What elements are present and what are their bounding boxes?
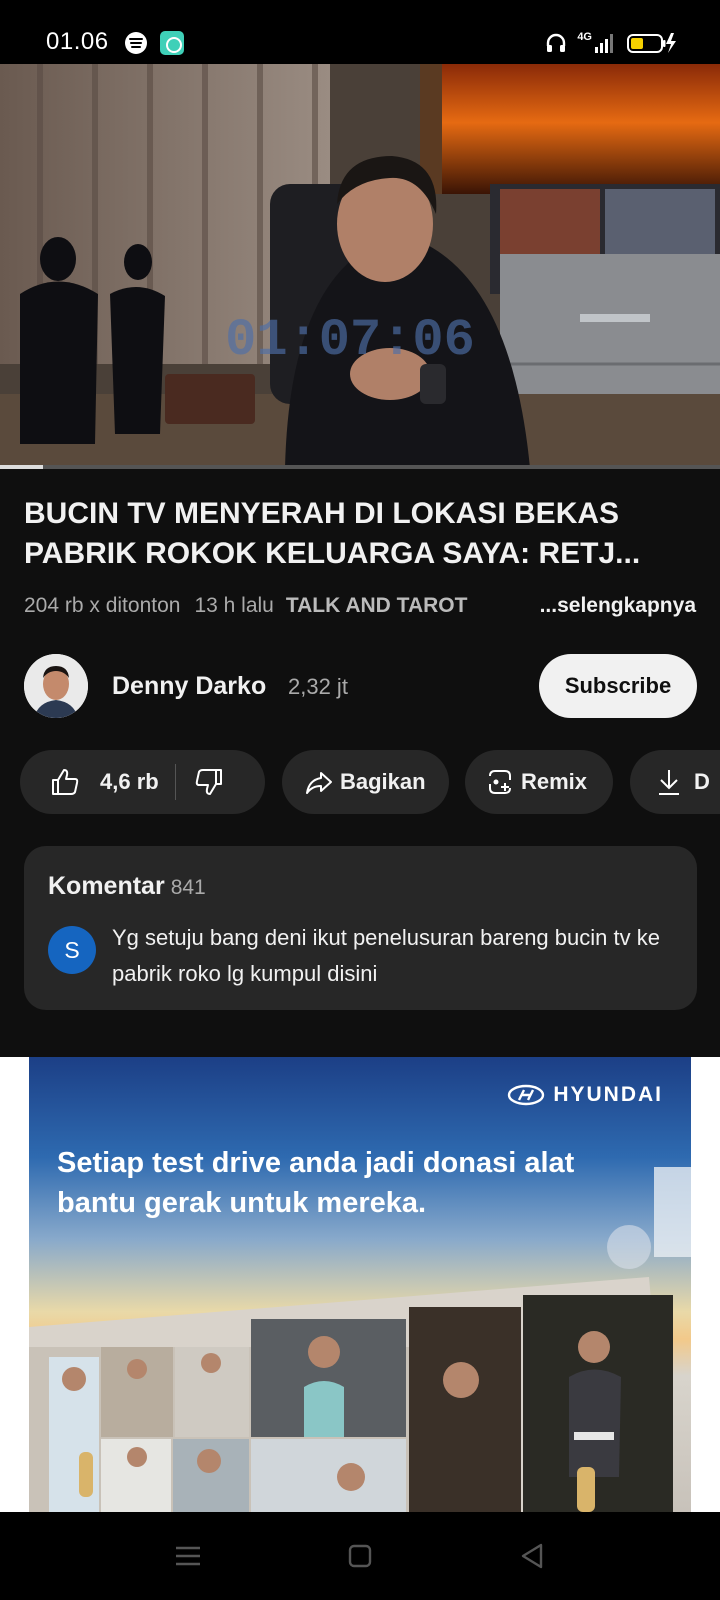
commenter-avatar: S [48, 926, 96, 974]
network-type: 4G [577, 31, 592, 43]
subscriber-count: 2,32 jt [288, 674, 348, 699]
share-label: Bagikan [340, 769, 426, 794]
comments-title: Komentar [48, 872, 165, 900]
video-title[interactable]: BUCIN TV MENYERAH DI LOKASI BEKAS PABRIK… [24, 494, 699, 574]
back-icon [521, 1543, 543, 1569]
system-nav-bar [0, 1512, 720, 1600]
share-button[interactable]: Bagikan [282, 750, 449, 814]
remix-button[interactable]: Remix [465, 750, 613, 814]
upload-time: 13 h lalu [194, 594, 274, 617]
signal-icon [595, 34, 613, 53]
channel-name[interactable]: Denny Darko [112, 672, 266, 701]
remix-label: Remix [521, 769, 588, 794]
home-square-icon [348, 1544, 372, 1568]
ad-brand-name: HYUNDAI [553, 1083, 663, 1106]
comments-count: 841 [170, 876, 206, 899]
video-player[interactable]: 01:07:06 [0, 64, 720, 468]
thumbs-up-icon [48, 765, 82, 799]
subscribe-button[interactable]: Subscribe [539, 654, 697, 718]
back-nav-button[interactable] [516, 1540, 548, 1572]
download-label: D [694, 769, 710, 794]
headphones-icon [547, 33, 566, 52]
menu-nav-button[interactable] [172, 1540, 204, 1572]
ad-headline: Setiap test drive anda jadi donasi alat … [57, 1147, 575, 1219]
download-button[interactable]: D [630, 750, 720, 814]
like-button[interactable]: 4,6 rb [48, 765, 159, 799]
channel-avatar[interactable] [24, 654, 88, 718]
view-count: 204 rb x ditonton [24, 594, 181, 617]
video-meta[interactable]: 204 rb x ditonton 13 h lalu TALK AND TAR… [24, 594, 696, 618]
app-notification-icon [160, 31, 184, 55]
download-icon [652, 765, 686, 799]
comments-heading: Komentar 841 [48, 872, 206, 901]
action-bar: 4,6 rb Bagikan Remix D [20, 750, 720, 814]
like-divider [174, 764, 176, 800]
video-timecode: 01:07:06 [225, 311, 475, 370]
comments-section[interactable]: Komentar 841 S Yg setuju bang deni ikut p… [24, 846, 697, 1010]
top-comment-text: Yg setuju bang deni ikut penelusuran bar… [112, 925, 660, 986]
video-progress-bar[interactable] [0, 465, 720, 469]
status-right-icons: 4G [545, 30, 676, 56]
avatar-image [24, 654, 88, 718]
show-more-link[interactable]: ...selengkapnya [540, 594, 696, 618]
thumbs-down-icon[interactable] [192, 765, 226, 799]
video-title-line-2: PABRIK ROKOK KELUARGA SAYA: RETJ... [24, 537, 641, 570]
hyundai-logo [508, 1084, 545, 1106]
status-bar: 01.06 4G [0, 0, 720, 64]
share-icon [302, 765, 336, 799]
status-time: 01.06 [46, 28, 109, 55]
video-title-line-1: BUCIN TV MENYERAH DI LOKASI BEKAS [24, 497, 620, 530]
like-dislike-pill: 4,6 rb [20, 750, 265, 814]
remix-icon [483, 765, 517, 799]
ad-brand: HYUNDAI [507, 1083, 663, 1107]
ad-artwork [29, 1167, 691, 1512]
menu-icon [176, 1546, 200, 1566]
topic-tag[interactable]: TALK AND TAROT [286, 594, 468, 618]
home-nav-button[interactable] [344, 1540, 376, 1572]
video-frame: 01:07:06 [0, 64, 720, 468]
ad-banner[interactable]: HYUNDAI Setiap test drive anda jadi dona… [29, 1057, 691, 1512]
battery-icon [627, 33, 676, 53]
video-progress-fill [0, 465, 44, 469]
spotify-icon [125, 32, 147, 54]
like-count: 4,6 rb [100, 769, 159, 794]
